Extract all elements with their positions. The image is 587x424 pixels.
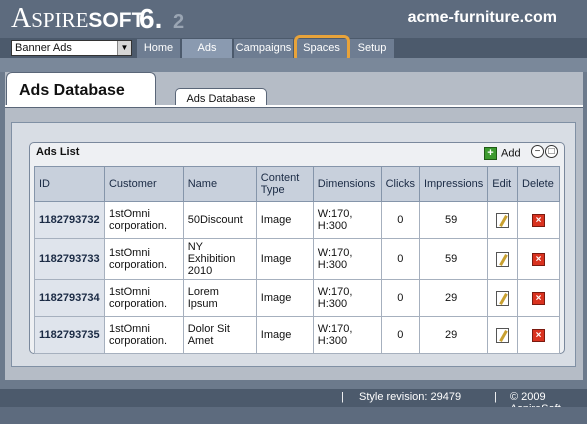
aspiresoft-logo: ASPIRESOFT 6. 2 xyxy=(11,3,185,34)
edit-icon[interactable] xyxy=(496,212,510,228)
col-impressions[interactable]: Impressions xyxy=(418,166,489,202)
cell-impressions: 29 xyxy=(418,279,489,317)
delete-icon[interactable]: × xyxy=(532,291,546,305)
col-content-type[interactable]: Content Type xyxy=(255,166,314,202)
cell-impressions: 59 xyxy=(418,201,489,239)
cell-type: Image xyxy=(255,279,314,317)
edit-cell xyxy=(487,279,519,317)
add-icon: + xyxy=(484,147,497,160)
dropdown-arrow-icon[interactable]: ▼ xyxy=(117,41,131,55)
tab-home[interactable]: Home xyxy=(137,39,181,58)
col-delete: Delete xyxy=(517,166,560,202)
version-minor-label: 2 xyxy=(173,11,185,33)
edit-icon[interactable] xyxy=(496,327,510,343)
table-row: 1182793733 1stOmni corporation. NY Exhib… xyxy=(34,238,560,280)
expand-icon[interactable]: □ xyxy=(545,145,558,158)
col-dimensions[interactable]: Dimensions xyxy=(312,166,382,202)
table-header-row: ID Customer Name Content Type Dimensions… xyxy=(34,166,560,202)
col-clicks[interactable]: Clicks xyxy=(380,166,420,202)
footer-separator: | xyxy=(341,391,344,403)
delete-icon[interactable]: × xyxy=(532,328,546,342)
edit-cell xyxy=(487,316,519,354)
delete-icon[interactable]: × xyxy=(532,252,546,266)
delete-cell: × xyxy=(517,316,560,354)
tab-ads-database-main[interactable]: Ads Database xyxy=(6,72,156,106)
style-revision: Style revision: 29479 xyxy=(359,391,462,403)
footer-separator: | xyxy=(494,391,497,403)
add-ad-label: Add xyxy=(501,147,521,160)
col-edit: Edit xyxy=(487,166,519,202)
cell-customer: 1stOmni corporation. xyxy=(103,201,184,239)
cell-customer: 1stOmni corporation. xyxy=(103,316,184,354)
edit-icon[interactable] xyxy=(496,290,510,306)
bottom-strip xyxy=(0,407,587,424)
cell-clicks: 0 xyxy=(380,316,420,354)
module-selector[interactable]: Banner Ads ▼ xyxy=(11,40,132,56)
col-customer[interactable]: Customer xyxy=(103,166,184,202)
panel-divider xyxy=(5,105,583,108)
table-row: 1182793734 1stOmni corporation. Lorem Ip… xyxy=(34,279,560,317)
cell-name: 50Discount xyxy=(182,201,257,239)
edit-cell xyxy=(487,201,519,239)
collapse-icon[interactable]: − xyxy=(531,145,544,158)
cell-customer: 1stOmni corporation. xyxy=(103,279,184,317)
cell-dimensions: W:170, H:300 xyxy=(312,201,382,239)
version-label: 6. xyxy=(139,3,163,34)
col-name[interactable]: Name xyxy=(182,166,257,202)
edit-cell xyxy=(487,238,519,280)
cell-dimensions: W:170, H:300 xyxy=(312,238,382,280)
edit-icon[interactable] xyxy=(496,251,510,267)
cell-id: 1182793732 xyxy=(34,201,105,239)
ads-table: ID Customer Name Content Type Dimensions… xyxy=(34,166,560,354)
col-id[interactable]: ID xyxy=(34,166,105,202)
cell-clicks: 0 xyxy=(380,201,420,239)
delete-cell: × xyxy=(517,279,560,317)
cell-name: NY Exhibition 2010 xyxy=(182,238,257,280)
cell-impressions: 59 xyxy=(418,238,489,280)
cell-type: Image xyxy=(255,238,314,280)
tab-setup[interactable]: Setup xyxy=(350,39,395,58)
delete-cell: × xyxy=(517,238,560,280)
table-row: 1182793732 1stOmni corporation. 50Discou… xyxy=(34,201,560,239)
cell-type: Image xyxy=(255,201,314,239)
cell-name: Lorem Ipsum xyxy=(182,279,257,317)
cell-id: 1182793733 xyxy=(34,238,105,280)
tab-campaigns[interactable]: Campaigns xyxy=(234,39,294,58)
cell-id: 1182793735 xyxy=(34,316,105,354)
cell-dimensions: W:170, H:300 xyxy=(312,316,382,354)
module-selector-value: Banner Ads xyxy=(15,42,72,54)
table-row: 1182793735 1stOmni corporation. Dolor Si… xyxy=(34,316,560,354)
cell-name: Dolor Sit Amet xyxy=(182,316,257,354)
cell-customer: 1stOmni corporation. xyxy=(103,238,184,280)
footer-bar: | Style revision: 29479 | © 2009 AspireS… xyxy=(0,389,587,415)
add-ad-button[interactable]: + Add xyxy=(484,147,521,161)
delete-icon[interactable]: × xyxy=(532,213,546,227)
cell-id: 1182793734 xyxy=(34,279,105,317)
cell-type: Image xyxy=(255,316,314,354)
cell-clicks: 0 xyxy=(380,238,420,280)
cell-impressions: 29 xyxy=(418,316,489,354)
header-strip xyxy=(0,58,587,72)
ads-list-title: Ads List xyxy=(36,146,80,158)
delete-cell: × xyxy=(517,201,560,239)
site-name: acme-furniture.com xyxy=(407,9,557,26)
tab-ads[interactable]: Ads xyxy=(182,39,233,58)
cell-dimensions: W:170, H:300 xyxy=(312,279,382,317)
cell-clicks: 0 xyxy=(380,279,420,317)
